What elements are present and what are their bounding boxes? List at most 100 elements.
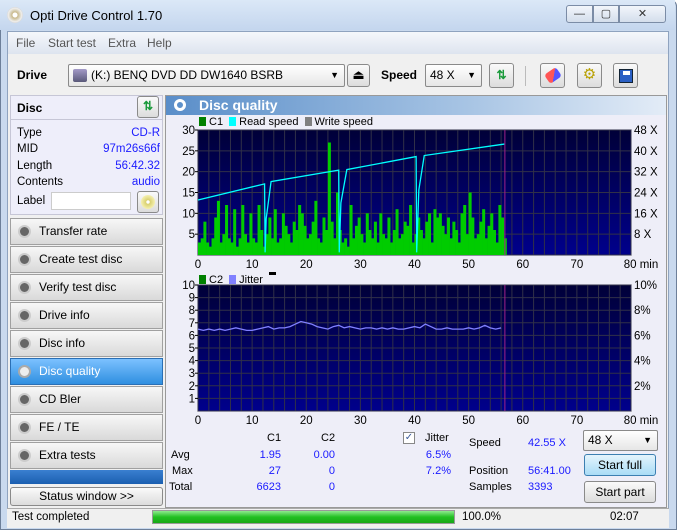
c1-bar (311, 221, 315, 255)
x-tick-label: 40 (408, 259, 421, 271)
c1-bar (484, 238, 488, 255)
c1-bar (357, 217, 361, 255)
x-tick-label: 70 (570, 259, 583, 271)
max-label: Max (172, 465, 193, 477)
elapsed-time: 02:07 (610, 511, 639, 523)
y-tick-label: 5 (189, 343, 195, 355)
c1-bar (244, 234, 248, 255)
c1-bar (300, 213, 304, 255)
x-tick-label: 10 (246, 259, 259, 271)
avg-c2: 0.00 (313, 449, 335, 461)
c1-bar (438, 213, 442, 255)
c1-bar (371, 238, 375, 255)
c1-bar (425, 221, 429, 255)
c1-bar (352, 238, 356, 255)
c1-bar (387, 217, 391, 255)
y-tick-label: 1 (189, 393, 195, 405)
total-c2: 0 (328, 481, 335, 493)
y-tick-label: 25 (182, 146, 195, 158)
c1-bar (492, 230, 496, 255)
c1-bar (249, 213, 253, 255)
c1-bar (476, 234, 480, 255)
c1-bar (365, 213, 369, 255)
test-speed-select[interactable]: 48 X ▼ (583, 430, 658, 451)
c1-bar (444, 234, 448, 255)
c1-bar (487, 225, 491, 255)
c1-bar (238, 238, 242, 255)
c1-bar (468, 192, 472, 255)
c1-bar (260, 230, 264, 255)
y2-tick-label: 24 X (634, 188, 658, 200)
x-tick-label: 20 (300, 415, 313, 427)
c1-bar (501, 217, 505, 255)
c1-bar (384, 238, 388, 255)
c1-bar (284, 225, 288, 255)
c1-bar (292, 221, 296, 255)
c1-bar (333, 238, 337, 255)
c1-bar (235, 246, 239, 255)
x-tick-label: 0 (195, 415, 201, 427)
c1-bar (379, 213, 383, 255)
jitter-checkbox[interactable]: ✓ (403, 432, 415, 444)
y2-tick-label: 8% (634, 305, 651, 317)
c1-bar (441, 225, 445, 255)
x-tick-label: 40 (408, 415, 421, 427)
x-tick-label: 30 (354, 259, 367, 271)
progress-label: 100.0% (462, 511, 502, 523)
c1-bar (214, 217, 218, 255)
y2-tick-label: 4% (634, 356, 651, 368)
y-tick-label: 10 (182, 280, 195, 292)
c1-bar (303, 225, 307, 255)
status-text: Test completed (12, 511, 90, 523)
c1-bar (314, 200, 318, 255)
c1-bar (433, 209, 437, 255)
c1-bar (368, 230, 372, 255)
c1-bar (354, 225, 358, 255)
c1-bar (225, 205, 229, 255)
x-tick-label: 0 (195, 259, 201, 271)
y-tick-label: 4 (189, 356, 196, 368)
x-tick-label: 70 (570, 415, 583, 427)
c1-bar (455, 230, 459, 255)
max-jitter: 7.2% (425, 465, 451, 477)
y2-tick-label: 8 X (634, 229, 652, 241)
y2-tick-label: 32 X (634, 167, 658, 179)
c1-bar (395, 209, 399, 255)
x-tick-label: 10 (246, 415, 259, 427)
c1-bar (222, 234, 226, 255)
x-tick-label: 30 (354, 415, 367, 427)
c1-bar (422, 238, 426, 255)
speed-info-value: 42.55 X (528, 437, 566, 449)
c1-bar (465, 234, 469, 255)
y2-tick-label: 2% (634, 381, 651, 393)
c1-bar (233, 209, 237, 255)
c1-bar (276, 242, 280, 255)
c1-bar (498, 205, 502, 255)
c1-bar (208, 246, 212, 255)
x-tick-label: 60 (516, 259, 529, 271)
c1-bar (360, 234, 364, 255)
c1-bar (268, 217, 272, 255)
c1-bar (308, 234, 312, 255)
start-full-button[interactable]: Start full (584, 454, 656, 476)
c1-bar (206, 242, 210, 255)
c1-bar (495, 242, 499, 255)
speed-info-label: Speed (469, 437, 501, 449)
c1-bar (227, 238, 231, 255)
c1-bar (279, 238, 283, 255)
start-part-button[interactable]: Start part (584, 481, 656, 503)
samples-value: 3393 (528, 481, 553, 493)
position-value: 56:41.00 (528, 465, 571, 477)
c1-bar (403, 221, 407, 255)
c1-bar (411, 242, 415, 255)
c1-bar (436, 217, 440, 255)
c1-bar (449, 238, 453, 255)
x-tick-label: 80 min (624, 259, 659, 271)
c1-bar (490, 213, 494, 255)
avg-label: Avg (171, 449, 190, 461)
c1-bar (306, 238, 310, 255)
stats-col-c2: C2 (321, 432, 336, 444)
c1-bar (419, 230, 423, 255)
y-tick-label: 20 (182, 167, 195, 179)
c1-bar (252, 238, 256, 255)
